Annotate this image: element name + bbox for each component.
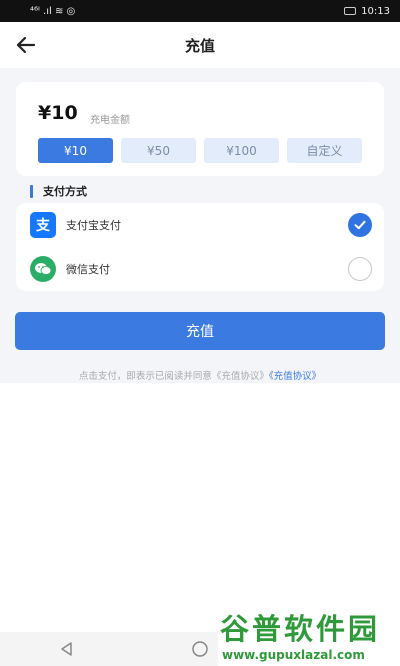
check-icon [354, 220, 366, 230]
page-title: 充值 [184, 36, 215, 55]
payment-method-alipay[interactable]: 支 支付宝支付 [16, 203, 384, 247]
svg-text:支: 支 [35, 217, 51, 234]
amount-option-100[interactable]: ¥100 [204, 138, 279, 163]
agreement-text: 点击支付，即表示已阅读并同意《充值协议》《充值协议》 [0, 368, 400, 382]
nav-home-icon[interactable] [191, 640, 209, 658]
status-left: ⁴⁶ᴵ .ıl ≋ ◎ [30, 6, 75, 17]
battery-icon [344, 7, 357, 15]
watermark-title: 谷普软件园 [220, 612, 381, 646]
nav-back-icon[interactable] [58, 640, 76, 658]
agreement-link[interactable]: 《充值协议》 [269, 371, 321, 382]
section-marker [30, 184, 33, 198]
amount-option-10[interactable]: ¥10 [38, 138, 113, 163]
amount-option-custom[interactable]: 自定义 [287, 138, 362, 163]
amount-card: ¥10 充电金额 ¥10 ¥50 ¥100 自定义 [16, 82, 384, 176]
watermark: 谷普软件园 www.gupuxlazal.com [218, 604, 400, 666]
recharge-button[interactable]: 充值 [15, 312, 385, 350]
signal-icons: ⁴⁶ᴵ .ıl ≋ ◎ [30, 5, 76, 17]
payment-section-title: 支付方式 [30, 183, 87, 199]
payment-method-wechat[interactable]: 微信支付 [16, 247, 384, 291]
alipay-icon: 支 [30, 212, 56, 238]
status-right: 10:13 [344, 6, 390, 17]
amount-option-50[interactable]: ¥50 [121, 138, 196, 163]
payment-card: 支 支付宝支付 微信支付 [16, 203, 384, 291]
payment-section-label: 支付方式 [43, 185, 87, 198]
agreement-prefix: 点击支付，即表示已阅读并同意《充值协议》 [78, 371, 269, 382]
back-arrow-icon[interactable] [14, 34, 38, 56]
watermark-url: www.gupuxlazal.com [222, 648, 365, 662]
amount-value: ¥10 [38, 102, 78, 124]
amount-label: 充电金额 [90, 115, 130, 126]
amount-options: ¥10 ¥50 ¥100 自定义 [38, 138, 362, 163]
header: 充值 [0, 22, 400, 68]
wechat-icon [30, 256, 56, 282]
alipay-label: 支付宝支付 [66, 219, 121, 232]
wechat-radio-unchecked[interactable] [348, 257, 372, 281]
wechat-label: 微信支付 [66, 263, 110, 276]
status-time: 10:13 [361, 5, 390, 17]
status-bar: ⁴⁶ᴵ .ıl ≋ ◎ 10:13 [0, 0, 400, 22]
alipay-radio-checked[interactable] [348, 213, 372, 237]
